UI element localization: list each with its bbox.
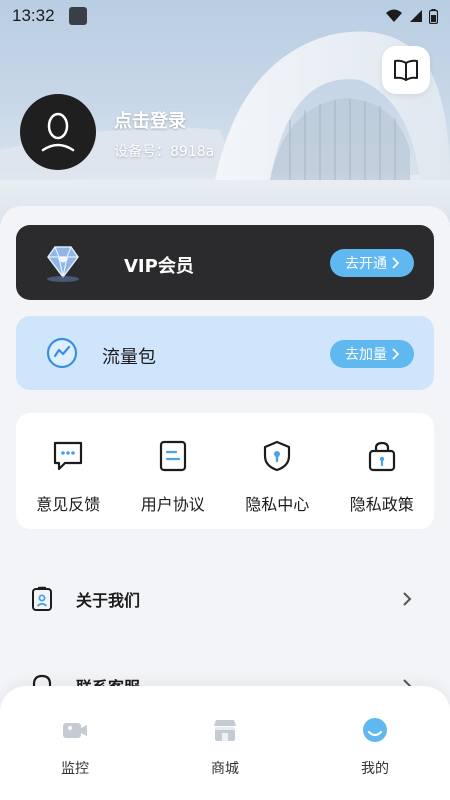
camera-icon — [63, 723, 87, 738]
quick-action-label: 用户协议 — [140, 495, 205, 514]
nav-tab-mine[interactable]: 我的 — [300, 686, 450, 800]
book-icon — [394, 59, 418, 81]
data-package-label: 流量包 — [102, 347, 156, 368]
nav-tab-store[interactable]: 商城 — [150, 686, 300, 800]
quick-action-agreement[interactable]: 用户协议 — [121, 413, 226, 529]
guide-book-button[interactable] — [382, 46, 430, 94]
data-package-card[interactable]: 流量包 去加量 — [16, 316, 434, 390]
chevron-right-icon — [403, 592, 412, 606]
quick-action-privacy-policy[interactable]: 隐私政策 — [330, 413, 435, 529]
menu-item-about[interactable]: 关于我们 — [0, 571, 450, 627]
quick-action-label: 隐私政策 — [349, 495, 414, 514]
nav-tab-monitor[interactable]: 监控 — [0, 686, 150, 800]
status-bar: 13:32 — [0, 0, 450, 32]
agreement-icon — [159, 440, 186, 472]
data-add-button[interactable]: 去加量 — [330, 340, 414, 368]
vip-membership-card[interactable]: VIP会员 去开通 — [16, 225, 434, 300]
store-icon — [214, 720, 236, 741]
user-silhouette-icon — [41, 112, 75, 152]
battery-icon — [429, 8, 438, 24]
feedback-icon — [54, 441, 83, 471]
status-indicators — [385, 8, 438, 24]
nav-tab-label: 我的 — [361, 761, 389, 777]
vip-label: VIP会员 — [124, 256, 194, 277]
vip-activate-button[interactable]: 去开通 — [330, 249, 414, 277]
device-id-value: 8918a — [170, 144, 215, 160]
vip-activate-label: 去开通 — [345, 256, 387, 272]
policy-lock-icon — [368, 441, 395, 472]
quick-action-label: 隐私中心 — [245, 495, 310, 514]
bottom-navigation: 监控 商城 我的 — [0, 686, 450, 800]
notification-app-icon — [68, 7, 87, 25]
vip-diamond-icon — [47, 246, 79, 282]
chevron-right-icon — [392, 257, 399, 269]
cellular-signal-icon — [410, 10, 422, 22]
chevron-right-icon — [392, 348, 399, 360]
menu-item-label: 关于我们 — [76, 591, 141, 610]
about-badge-icon — [32, 586, 52, 611]
nav-tab-label: 商城 — [211, 761, 239, 777]
quick-action-feedback[interactable]: 意见反馈 — [16, 413, 121, 529]
privacy-shield-icon — [264, 440, 291, 472]
device-id-label: 设备号： — [114, 144, 170, 160]
quick-action-privacy-center[interactable]: 隐私中心 — [225, 413, 330, 529]
quick-actions-card: 意见反馈 用户协议 隐私中心 隐私政策 — [16, 413, 434, 529]
data-add-label: 去加量 — [345, 347, 387, 363]
nav-tab-label: 监控 — [61, 761, 89, 777]
profile-face-icon — [363, 718, 387, 742]
quick-action-label: 意见反馈 — [36, 495, 101, 514]
avatar[interactable] — [20, 94, 96, 170]
wifi-icon — [386, 9, 402, 22]
device-id-row: 设备号：8918a — [114, 141, 214, 161]
login-link[interactable]: 点击登录 — [114, 107, 186, 133]
data-package-icon — [46, 337, 78, 369]
status-time: 13:32 — [12, 6, 55, 25]
